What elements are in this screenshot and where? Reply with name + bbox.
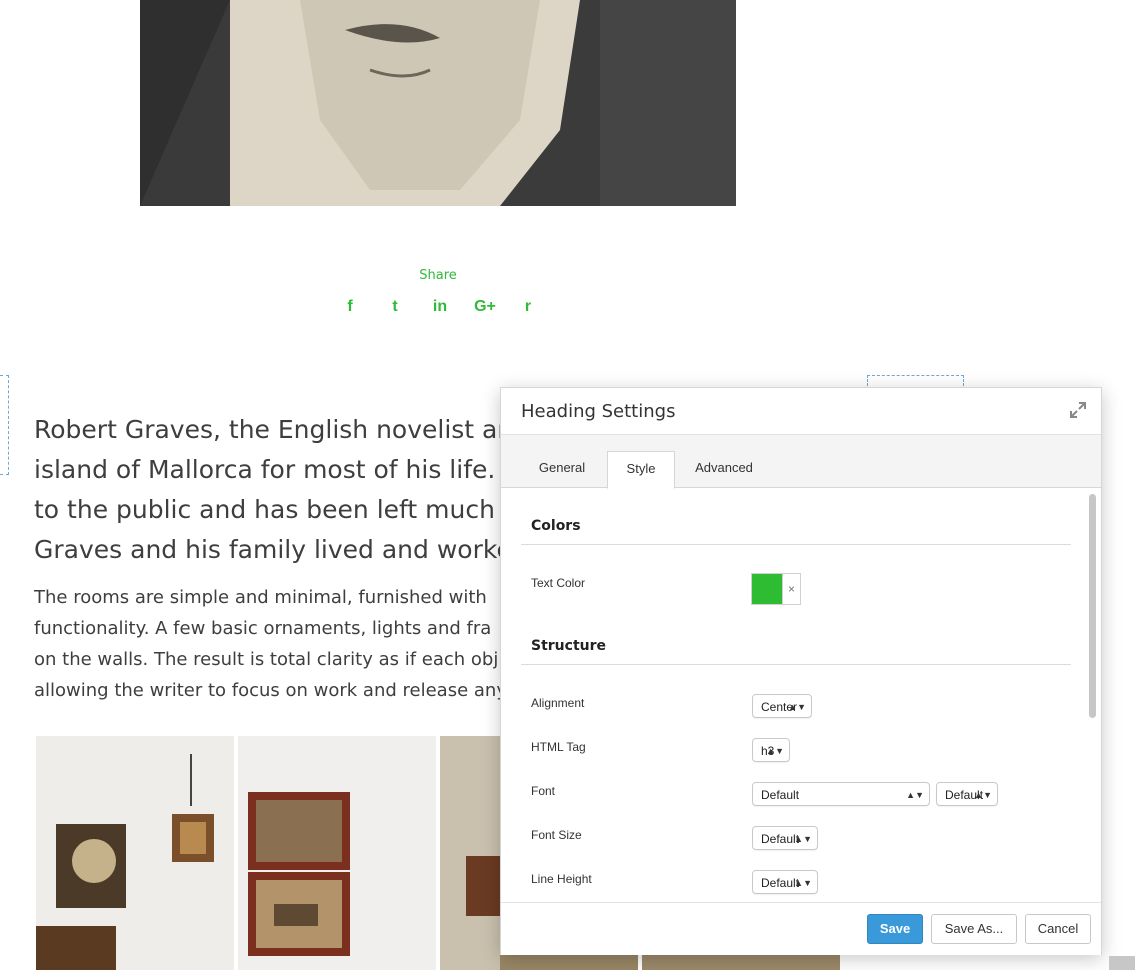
heading-line: island of Mallorca for most of his life.… <box>34 455 504 484</box>
select-arrows-icon: ▲▼ <box>766 746 784 756</box>
alignment-label: Alignment <box>531 696 585 710</box>
select-arrows-icon: ▲▼ <box>788 702 806 712</box>
settings-scrollbar[interactable] <box>1089 494 1096 718</box>
select-arrows-icon: ▲▼ <box>794 878 812 888</box>
gallery-image[interactable] <box>238 736 436 970</box>
tab-advanced[interactable]: Advanced <box>687 451 761 487</box>
font-label: Font <box>531 784 556 798</box>
font-size-select[interactable]: Default ▲▼ <box>752 826 818 850</box>
heading-line: to the public and has been left much th <box>34 495 504 524</box>
colors-section-title: Colors <box>531 518 581 534</box>
expand-icon[interactable] <box>1069 401 1087 419</box>
section-divider <box>521 664 1071 665</box>
body-line: functionality. A few basic ornaments, li… <box>34 618 492 639</box>
clear-color-button[interactable]: × <box>783 573 801 605</box>
corner-handle <box>1109 956 1135 970</box>
selection-guide-right <box>867 375 964 386</box>
select-arrows-icon: ▲▼ <box>794 834 812 844</box>
font-select[interactable]: Default ▲▼ <box>752 782 930 806</box>
modal-header: Heading Settings <box>501 388 1101 435</box>
twitter-icon[interactable]: t <box>383 298 407 326</box>
portrait-image <box>140 0 736 206</box>
save-as-button[interactable]: Save As... <box>931 914 1017 944</box>
html-tag-label: HTML Tag <box>531 740 586 754</box>
gallery-image[interactable] <box>36 736 234 970</box>
body-line: The rooms are simple and minimal, furnis… <box>34 587 487 608</box>
body-line: on the walls. The result is total clarit… <box>34 649 499 670</box>
reddit-icon[interactable]: r <box>516 298 540 326</box>
linkedin-icon[interactable]: in <box>428 298 452 326</box>
heading-settings-modal: Heading Settings General Style Advanced … <box>500 387 1102 955</box>
line-height-select[interactable]: Default ▲▼ <box>752 870 818 894</box>
heading-line: Graves and his family lived and worked <box>34 535 504 564</box>
modal-title: Heading Settings <box>521 401 676 422</box>
google-plus-icon[interactable]: G+ <box>470 298 500 326</box>
facebook-icon[interactable]: f <box>338 298 362 326</box>
structure-section-title: Structure <box>531 638 607 654</box>
alignment-select[interactable]: Center ▲▼ <box>752 694 812 718</box>
tabs-bar: General Style Advanced <box>501 435 1101 489</box>
heading-line: Robert Graves, the English novelist and <box>34 415 504 444</box>
tab-general[interactable]: General <box>525 451 599 487</box>
font-size-label: Font Size <box>531 828 582 842</box>
selection-guide-left <box>0 375 9 475</box>
body-line: allowing the writer to focus on work and… <box>34 680 504 701</box>
html-tag-select[interactable]: h3 ▲▼ <box>752 738 790 762</box>
settings-content: Colors Text Color × Structure Alignment … <box>501 488 1101 902</box>
line-height-label: Line Height <box>531 872 592 886</box>
article-body: The rooms are simple and minimal, furnis… <box>34 582 504 706</box>
text-color-label: Text Color <box>531 576 586 590</box>
font-weight-select[interactable]: Default ▲▼ <box>936 782 998 806</box>
select-arrows-icon: ▲▼ <box>906 790 924 800</box>
font-value: Default <box>761 788 800 802</box>
text-color-swatch[interactable] <box>751 573 783 605</box>
modal-footer: Save Save As... Cancel <box>501 902 1101 955</box>
cancel-button[interactable]: Cancel <box>1025 914 1091 944</box>
share-buttons: f t in G+ r <box>338 298 538 326</box>
article-heading: Robert Graves, the English novelist and … <box>34 410 504 570</box>
share-title: Share <box>419 268 457 283</box>
tab-style[interactable]: Style <box>607 451 675 489</box>
section-divider <box>521 544 1071 545</box>
save-button[interactable]: Save <box>867 914 923 944</box>
select-arrows-icon: ▲▼ <box>974 790 992 800</box>
